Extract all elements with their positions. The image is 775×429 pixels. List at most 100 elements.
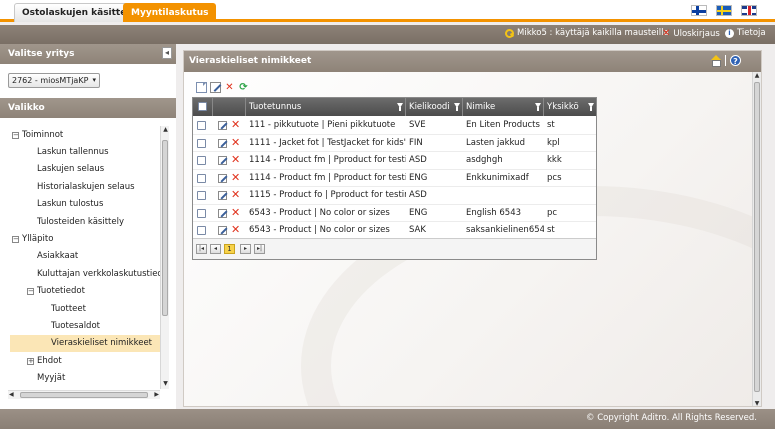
filter-icon[interactable] [588, 103, 594, 111]
edit-row-icon[interactable] [218, 138, 227, 148]
edit-row-icon[interactable] [218, 121, 227, 130]
refresh-icon[interactable]: ⟳ [238, 82, 249, 93]
menu-horizontal-scrollbar[interactable]: ◀ ▶ [8, 390, 160, 399]
select-all-checkbox[interactable] [198, 102, 207, 111]
delete-row-icon[interactable]: ✕ [231, 154, 240, 166]
next-page-button[interactable]: ▸ [240, 244, 251, 254]
logout-link[interactable]: ✕ Uloskirjaus [662, 28, 720, 39]
menu-vertical-scrollbar[interactable]: ▲ ▼ [160, 126, 169, 389]
edit-row-icon[interactable] [218, 173, 227, 183]
grid-toolbar: ✕ ⟳ [196, 82, 249, 93]
menu-item-asiakkaat[interactable]: Asiakkaat [37, 248, 78, 265]
edit-row-icon[interactable] [218, 208, 227, 218]
scroll-up-icon[interactable]: ▲ [161, 126, 170, 135]
edit-icon[interactable] [210, 82, 221, 93]
scroll-right-icon[interactable]: ▶ [154, 391, 159, 398]
delete-row-icon[interactable]: ✕ [231, 224, 240, 236]
expand-toggle-icon[interactable]: + [27, 358, 34, 365]
table-row[interactable]: ✕ 6543 - Product | No color or sizes SAK… [193, 222, 596, 240]
delete-row-icon[interactable]: ✕ [231, 171, 240, 184]
info-link[interactable]: i Tietoja [725, 28, 766, 38]
main-vertical-scrollbar[interactable]: ▲ ▼ [752, 72, 761, 406]
english-flag-icon[interactable] [741, 5, 757, 16]
menu-item-laskun-tallennus[interactable]: Laskun tallennus [37, 144, 109, 161]
edit-row-icon[interactable] [218, 191, 227, 200]
delete-row-icon[interactable]: ✕ [231, 206, 240, 219]
collapse-toggle-icon[interactable]: − [12, 236, 19, 243]
grid-header: Tuotetunnus Kielikoodi Nimike Yksikkö [193, 98, 596, 116]
column-header-yksikko[interactable]: Yksikkö [544, 98, 596, 116]
column-header-nimike[interactable]: Nimike [463, 98, 544, 116]
header-icons: ? [710, 55, 741, 67]
menu-item-laskujen-selaus[interactable]: Laskujen selaus [37, 161, 104, 178]
menu-item-tuotteet[interactable]: Tuotteet [51, 301, 86, 318]
delete-row-icon[interactable]: ✕ [231, 136, 240, 149]
collapse-panel-button[interactable]: ◂ [162, 47, 172, 59]
collapse-toggle-icon[interactable]: − [27, 288, 34, 295]
scroll-left-icon[interactable]: ◀ [9, 391, 14, 398]
prev-page-button[interactable]: ◂ [210, 244, 221, 254]
table-row[interactable]: ✕ 1114 - Product fm | Pproduct for testi… [193, 152, 596, 170]
help-icon[interactable]: ? [730, 55, 741, 66]
edit-row-icon[interactable] [218, 156, 227, 165]
table-row[interactable]: ✕ 111 - pikkutuote | Pieni pikkutuote SV… [193, 117, 596, 135]
column-header-tuotetunnus[interactable]: Tuotetunnus [246, 98, 406, 116]
menu-item-tuotesaldot[interactable]: Tuotesaldot [51, 318, 100, 335]
tab-myyntilaskutus[interactable]: Myyntilaskutus [123, 3, 217, 22]
filter-icon[interactable] [535, 103, 541, 111]
menu-item-myyjat[interactable]: Myyjät [37, 370, 65, 387]
table-row[interactable]: ✕ 1114 - Product fm | Pproduct for testi… [193, 170, 596, 187]
delete-icon[interactable]: ✕ [224, 82, 235, 93]
company-panel-title: Valitse yritys [8, 49, 75, 59]
row-checkbox[interactable] [197, 226, 206, 235]
scroll-up-icon[interactable]: ▲ [753, 72, 761, 79]
menu-panel-header: Valikko [0, 98, 176, 118]
menu-tree: − Toiminnot Laskun tallennus Laskujen sel… [0, 126, 162, 391]
table-row[interactable]: ✕ 6543 - Product | No color or sizes ENG… [193, 205, 596, 222]
menu-item-vieraskieliset-nimikkeet[interactable]: Vieraskieliset nimikkeet [10, 335, 160, 352]
delete-row-icon[interactable]: ✕ [231, 189, 240, 201]
menu-item-toiminnot[interactable]: − Toiminnot [12, 127, 63, 144]
menu-item-laskun-tulostus[interactable]: Laskun tulostus [37, 196, 103, 213]
row-checkbox[interactable] [197, 138, 206, 148]
menu-item-tulosteiden-kasittely[interactable]: Tulosteiden käsittely [37, 214, 124, 231]
company-select[interactable]: 2762 - miosMTjaKP ▾ [8, 73, 100, 88]
row-checkbox[interactable] [197, 191, 206, 200]
menu-item-kuluttajan-verkkolaskutustiedot[interactable]: Kuluttajan verkkolaskutustiedot [37, 266, 162, 283]
first-page-button[interactable]: |◂ [196, 244, 207, 254]
collapse-toggle-icon[interactable]: − [12, 132, 19, 139]
filter-icon[interactable] [397, 103, 403, 111]
scrollbar-thumb[interactable] [754, 82, 760, 392]
last-page-button[interactable]: ▸| [254, 244, 265, 254]
company-panel-header: Valitse yritys ◂ [0, 44, 176, 64]
menu-item-yllapito[interactable]: − Ylläpito [12, 231, 53, 248]
menu-item-tuotetiedot[interactable]: − Tuotetiedot [27, 283, 85, 300]
table-row[interactable]: ✕ 1111 - Jacket fot | TestJacket for kid… [193, 135, 596, 152]
delete-row-icon[interactable]: ✕ [231, 119, 240, 131]
scroll-down-icon[interactable]: ▼ [753, 400, 761, 406]
key-icon [505, 28, 514, 38]
info-label[interactable]: Tietoja [737, 28, 766, 38]
current-page-button[interactable]: 1 [224, 244, 235, 254]
separator [725, 55, 726, 66]
row-checkbox[interactable] [197, 121, 206, 130]
edit-row-icon[interactable] [218, 226, 227, 235]
filter-icon[interactable] [454, 103, 460, 111]
row-checkbox[interactable] [197, 208, 206, 218]
scroll-down-icon[interactable]: ▼ [161, 380, 170, 389]
finnish-flag-icon[interactable] [691, 5, 707, 16]
new-document-icon[interactable] [196, 82, 207, 93]
copyright-text: © Copyright Aditro. All Rights Reserved. [586, 413, 757, 423]
row-checkbox[interactable] [197, 173, 206, 183]
logout-label[interactable]: Uloskirjaus [673, 29, 719, 39]
table-row[interactable]: ✕ 1115 - Product fo | Pproduct for testi… [193, 187, 596, 205]
translations-grid: Tuotetunnus Kielikoodi Nimike Yksikkö ✕ … [192, 97, 597, 260]
menu-item-ehdot[interactable]: + Ehdot [27, 353, 62, 370]
scrollbar-thumb[interactable] [162, 140, 168, 316]
scrollbar-thumb[interactable] [20, 392, 148, 398]
menu-item-historialaskujen-selaus[interactable]: Historialaskujen selaus [37, 179, 135, 196]
row-checkbox[interactable] [197, 156, 206, 165]
column-header-kielikoodi[interactable]: Kielikoodi [406, 98, 463, 116]
swedish-flag-icon[interactable] [716, 5, 732, 16]
home-icon[interactable] [710, 55, 721, 67]
